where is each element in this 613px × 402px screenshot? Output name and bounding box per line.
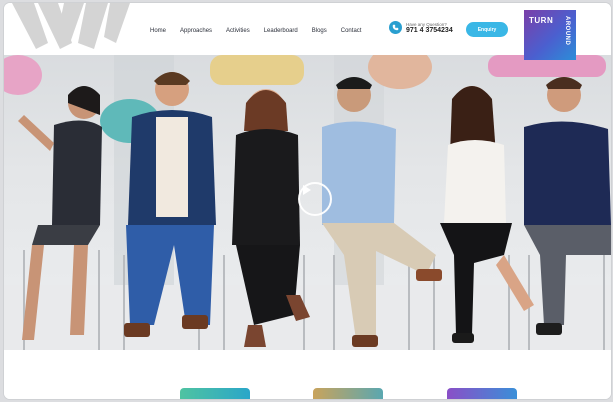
speech-bubble-yellow <box>210 55 304 85</box>
nav-home[interactable]: Home <box>150 28 166 34</box>
hero-video[interactable] <box>4 55 611 350</box>
nav-blogs[interactable]: Blogs <box>312 28 327 34</box>
speech-bubble-pink-left <box>4 55 42 95</box>
nav-leaderboard[interactable]: Leaderboard <box>264 28 298 34</box>
nav-activities[interactable]: Activities <box>226 28 250 34</box>
site-header: Home Approaches Activities Leaderboard B… <box>4 3 611 55</box>
phone-contact[interactable]: Have any Question? 971 4 3754234 <box>389 21 453 34</box>
play-icon <box>303 185 311 195</box>
brand-text-around: AROUND <box>564 16 570 46</box>
feature-card-1[interactable] <box>180 388 250 399</box>
main-nav: Home Approaches Activities Leaderboard B… <box>150 28 361 34</box>
below-hero-section <box>4 350 611 399</box>
logo-mark[interactable] <box>12 3 132 49</box>
play-button[interactable] <box>298 182 332 216</box>
phone-number: 971 4 3754234 <box>406 26 453 34</box>
phone-icon <box>389 21 402 34</box>
browser-frame: Home Approaches Activities Leaderboard B… <box>4 3 611 399</box>
enquiry-button[interactable]: Enquiry <box>466 22 508 37</box>
feature-card-3[interactable] <box>447 388 517 399</box>
feature-card-2[interactable] <box>313 388 383 399</box>
brand-logo[interactable]: TURN AROUND <box>524 10 576 60</box>
nav-contact[interactable]: Contact <box>341 28 362 34</box>
brand-text-turn: TURN <box>529 16 554 25</box>
nav-approaches[interactable]: Approaches <box>180 28 212 34</box>
